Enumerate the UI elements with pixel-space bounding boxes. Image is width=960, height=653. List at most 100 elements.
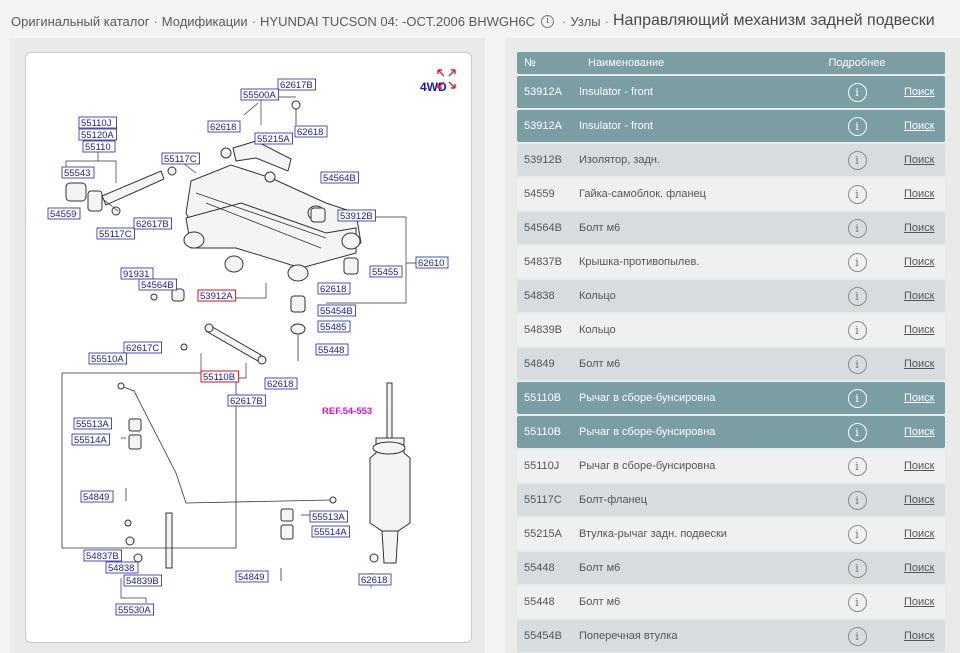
breadcrumb-catalog[interactable]: Оригинальный каталог: [11, 14, 149, 29]
part-label[interactable]: 62618: [210, 122, 236, 133]
part-label[interactable]: 55110B: [203, 372, 235, 383]
table-row[interactable]: 55454B Поперечная втулка i Поиск: [517, 620, 945, 652]
table-row[interactable]: 55110B Рычаг в сборе-бунсировна i Поиск: [517, 382, 945, 414]
ref-label[interactable]: REF.54-553: [322, 406, 372, 417]
part-label[interactable]: 91931: [123, 269, 149, 280]
info-icon[interactable]: i: [847, 116, 867, 136]
part-label[interactable]: 62618: [267, 379, 293, 390]
table-row[interactable]: 54839B Кольцо i Поиск: [517, 314, 945, 346]
part-label[interactable]: 62617B: [136, 219, 169, 230]
part-label[interactable]: 54837B: [86, 551, 119, 562]
search-link[interactable]: Поиск: [904, 154, 934, 166]
part-label[interactable]: 55510A: [91, 354, 124, 365]
info-icon[interactable]: i: [847, 286, 867, 306]
part-label[interactable]: 55117C: [164, 154, 197, 165]
part-label[interactable]: 62618: [361, 575, 387, 586]
table-row[interactable]: 54564B Болт м6 i Поиск: [517, 212, 945, 244]
table-row[interactable]: 54838 Кольцо i Поиск: [517, 280, 945, 312]
part-label[interactable]: 55514A: [74, 435, 107, 446]
info-icon[interactable]: i: [847, 524, 867, 544]
info-icon[interactable]: i: [847, 626, 867, 646]
part-label[interactable]: 55120A: [81, 130, 114, 141]
part-label[interactable]: 53912A: [200, 291, 233, 302]
table-row[interactable]: 53912B Изолятор, задн. i Поиск: [517, 144, 945, 176]
part-label[interactable]: 55530A: [118, 605, 151, 616]
search-link[interactable]: Поиск: [904, 188, 934, 200]
part-label[interactable]: 55513A: [76, 419, 109, 430]
info-icon[interactable]: i: [847, 558, 867, 578]
search-link[interactable]: Поиск: [904, 528, 934, 540]
search-link[interactable]: Поиск: [904, 494, 934, 506]
part-label[interactable]: 55543: [64, 168, 90, 179]
part-label[interactable]: 55455: [372, 267, 398, 278]
search-link[interactable]: Поиск: [904, 562, 934, 574]
part-label[interactable]: 54564B: [141, 280, 174, 291]
table-row[interactable]: 54849 Болт м6 i Поиск: [517, 348, 945, 380]
info-icon[interactable]: i: [847, 82, 867, 102]
table-row[interactable]: 55117C Болт-фланец i Поиск: [517, 484, 945, 516]
info-icon[interactable]: i: [847, 252, 867, 272]
search-link[interactable]: Поиск: [904, 392, 934, 404]
part-label[interactable]: 62617C: [126, 343, 159, 354]
search-link[interactable]: Поиск: [904, 358, 934, 370]
table-row[interactable]: 54837B Крышка-противопылев. i Поиск: [517, 246, 945, 278]
part-label[interactable]: 54849: [83, 492, 109, 503]
part-label[interactable]: 54564B: [323, 173, 356, 184]
part-label[interactable]: 62617B: [280, 80, 313, 91]
table-row[interactable]: 53912A Insulator - front i Поиск: [517, 76, 945, 108]
info-icon[interactable]: i: [847, 490, 867, 510]
part-label[interactable]: 55454B: [320, 306, 353, 317]
part-label[interactable]: 54839B: [126, 576, 159, 587]
breadcrumb-units[interactable]: Узлы: [570, 14, 600, 29]
part-label[interactable]: 62617B: [230, 396, 263, 407]
info-icon[interactable]: i: [541, 14, 555, 28]
part-label[interactable]: 62610: [418, 258, 444, 269]
info-icon[interactable]: i: [847, 150, 867, 170]
part-label[interactable]: 54849: [238, 572, 264, 583]
table-row[interactable]: 54559 Гайка-самоблок. фланец i Поиск: [517, 178, 945, 210]
info-icon[interactable]: i: [847, 354, 867, 374]
search-link[interactable]: Поиск: [904, 324, 934, 336]
breadcrumb-modifications[interactable]: Модификации: [162, 14, 248, 29]
search-link[interactable]: Поиск: [904, 222, 934, 234]
table-row[interactable]: 55110J Рычаг в сборе-бунсировна i Поиск: [517, 450, 945, 482]
search-link[interactable]: Поиск: [904, 86, 934, 98]
info-icon[interactable]: i: [847, 388, 867, 408]
part-label[interactable]: 54838: [108, 563, 134, 574]
part-label[interactable]: 62618: [320, 284, 346, 295]
part-label[interactable]: 55117C: [99, 229, 132, 240]
part-label[interactable]: 62618: [297, 127, 323, 138]
info-icon[interactable]: i: [847, 184, 867, 204]
part-label[interactable]: 55485: [320, 322, 346, 333]
info-icon[interactable]: i: [847, 218, 867, 238]
info-icon[interactable]: i: [847, 456, 867, 476]
info-icon[interactable]: i: [847, 422, 867, 442]
table-row[interactable]: 55215A Втулка-рычаг задн. подвески i Поиск: [517, 518, 945, 550]
search-link[interactable]: Поиск: [904, 596, 934, 608]
search-link[interactable]: Поиск: [904, 290, 934, 302]
table-row[interactable]: 53912A Insulator - front i Поиск: [517, 110, 945, 142]
part-label[interactable]: 55448: [318, 345, 344, 356]
part-label[interactable]: 55215A: [257, 134, 290, 145]
part-label[interactable]: 55500A: [243, 90, 276, 101]
info-icon[interactable]: i: [847, 320, 867, 340]
search-link[interactable]: Поиск: [904, 630, 934, 642]
search-link[interactable]: Поиск: [904, 460, 934, 472]
part-label[interactable]: 55514A: [314, 527, 347, 538]
table-row[interactable]: 55448 Болт м6 i Поиск: [517, 586, 945, 618]
breadcrumb-vehicle[interactable]: HYUNDAI TUCSON 04: -OCT.2006 BHWGH6C: [260, 14, 535, 29]
search-link[interactable]: Поиск: [904, 256, 934, 268]
info-icon[interactable]: i: [847, 592, 867, 612]
table-row[interactable]: 55448 Болт м6 i Поиск: [517, 552, 945, 584]
search-link[interactable]: Поиск: [904, 426, 934, 438]
part-number: 55110B: [524, 426, 562, 438]
shock-absorber-drawing: [369, 382, 411, 564]
part-label[interactable]: 54559: [50, 209, 76, 220]
search-link[interactable]: Поиск: [904, 120, 934, 132]
part-label[interactable]: 55110: [85, 142, 111, 153]
parts-diagram[interactable]: 4WD REF.54-553 62617B 55500A 62618 55215…: [25, 52, 472, 643]
part-label[interactable]: 53912B: [340, 211, 373, 222]
part-label[interactable]: 55513A: [312, 512, 345, 523]
table-row[interactable]: 55110B Рычаг в сборе-бунсировна i Поиск: [517, 416, 945, 448]
part-label[interactable]: 55110J: [81, 118, 112, 129]
